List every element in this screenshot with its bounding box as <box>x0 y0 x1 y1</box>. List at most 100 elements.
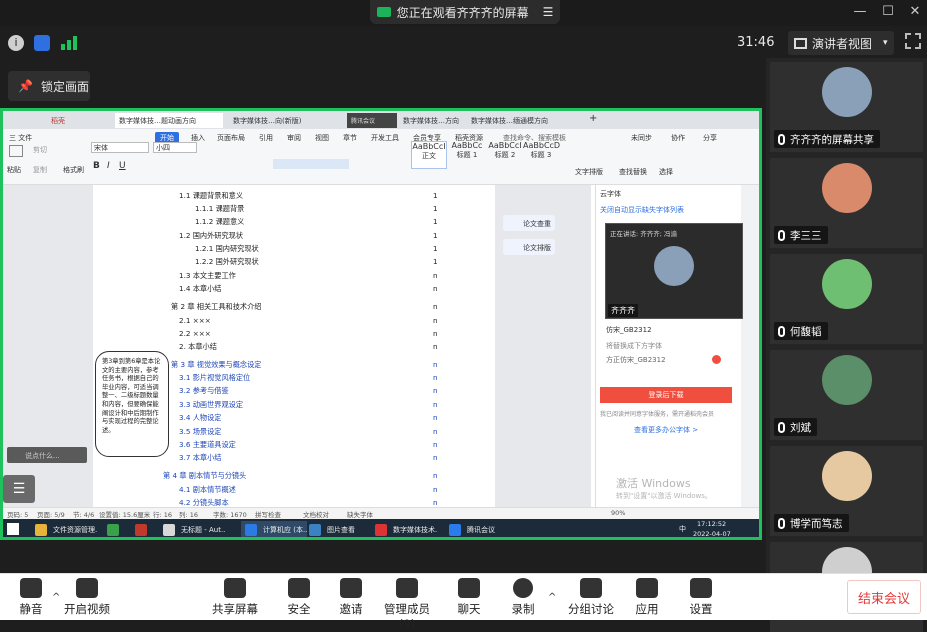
toc-entry[interactable]: 1.1.1 课题背景 1 <box>195 204 519 214</box>
toc-entry[interactable]: 1.2.2 国外研究现状 1 <box>195 257 519 267</box>
ime-indicator[interactable]: 中 <box>679 524 686 534</box>
font-name-select[interactable]: 宋体 <box>91 142 149 153</box>
find-replace-button[interactable]: 查找替换 <box>619 167 647 177</box>
style-normal[interactable]: AaBbCcI 正文 <box>411 141 447 169</box>
toolbar-settings-button[interactable]: 设置 <box>670 578 732 617</box>
toc-entry[interactable]: 1.1 课题背景和意义 1 <box>179 191 519 201</box>
taskbar-item[interactable]: 图片查看 <box>305 521 371 537</box>
font-size-select[interactable]: 小四 <box>153 142 197 153</box>
align-toolbar[interactable] <box>273 159 349 169</box>
collab-button[interactable]: 协作 <box>671 133 685 143</box>
taskbar-item[interactable]: 计算机应 (本... <box>241 521 307 537</box>
bold-button[interactable]: B <box>93 161 100 171</box>
chevron-up-icon[interactable]: ^ <box>52 592 60 603</box>
cut-button[interactable]: 剪切 <box>33 145 47 155</box>
chat-input[interactable]: 说点什么... <box>7 447 87 463</box>
toolbar-group-button[interactable]: 分组讨论 <box>560 578 622 617</box>
participant-tile[interactable]: 齐齐齐的屏幕共享 <box>770 62 923 152</box>
paste-icon[interactable] <box>9 145 23 157</box>
toolbar-record-button[interactable]: 录制 <box>492 578 554 617</box>
participant-tile[interactable]: 李三三 <box>770 158 923 248</box>
participant-tile[interactable]: 刘斌 <box>770 350 923 440</box>
spell-check-button[interactable]: 拼写检查 <box>255 509 281 519</box>
taskbar-item[interactable]: 腾讯会议 <box>445 521 511 537</box>
toc-entry[interactable]: 2.2 ××× n <box>179 329 519 338</box>
zoom-level[interactable]: 90% <box>611 509 625 517</box>
toolbar-share-button[interactable]: 共享屏幕 <box>204 578 266 617</box>
agreement-text[interactable]: 我已阅读并同意字体服务，需开通稻壳会员 <box>600 409 714 418</box>
toc-entry[interactable]: 3.1 影片视觉风格定位 n <box>179 373 519 383</box>
toc-entry[interactable]: 第 2 章 相关工具和技术介绍 n <box>171 302 519 312</box>
taskbar-item[interactable]: 无标题 - Aut... <box>159 521 225 537</box>
shield-icon[interactable] <box>34 35 50 51</box>
toc-entry[interactable]: 2.1 ××× n <box>179 316 519 325</box>
italic-button[interactable]: I <box>107 161 110 171</box>
end-meeting-button[interactable]: 结束会议 <box>847 580 921 614</box>
taskbar-item[interactable] <box>131 521 157 537</box>
toolbar-members-button[interactable]: 管理成员(9) <box>376 578 438 631</box>
more-fonts-link[interactable]: 查看更多办公字体 > <box>634 425 698 435</box>
format-painter[interactable]: 格式刷 <box>63 165 84 175</box>
participant-tile[interactable]: 何馥韬 <box>770 254 923 344</box>
comment-bubble[interactable]: 第3章到第6章是本论文的主要内容，参考任务书，根据自己的毕业内容，可适当调整一、… <box>95 351 169 457</box>
maximize-button[interactable]: ☐ <box>878 4 898 19</box>
ribbon-tab-view[interactable]: 视图 <box>315 133 329 143</box>
ribbon-tab-chapter[interactable]: 章节 <box>343 133 357 143</box>
toc-entry[interactable]: 1.3 本文主要工作 n <box>179 271 519 281</box>
fullscreen-icon[interactable] <box>905 33 921 49</box>
tab-doc-4[interactable]: 数字媒体技…缅通模方向 <box>467 113 579 128</box>
toc-entry[interactable]: 3.6 主要道具设定 n <box>179 440 519 450</box>
toc-entry[interactable]: 4.1 剧本情节概述 n <box>179 485 519 495</box>
copy-button[interactable]: 复制 <box>33 165 47 175</box>
toc-entry[interactable]: 1.2.1 国内研究现状 1 <box>195 244 519 254</box>
close-button[interactable]: ✕ <box>905 4 925 19</box>
clock-date[interactable]: 2022-04-07 <box>693 530 731 537</box>
toc-entry[interactable]: 第 3 章 视觉效果与概念设定 n <box>171 360 519 370</box>
ribbon-tab-reference[interactable]: 引用 <box>259 133 273 143</box>
proofread-button[interactable]: 文档校对 <box>303 509 329 519</box>
ribbon-tab-devtools[interactable]: 开发工具 <box>371 133 399 143</box>
taskbar-item[interactable]: 数字媒体技术... <box>371 521 437 537</box>
toc-entry[interactable]: 3.2 参考与借鉴 n <box>179 386 519 396</box>
view-mode-button[interactable]: 演讲者视图 ▾ <box>788 31 894 55</box>
taskbar-item[interactable] <box>103 521 129 537</box>
style-heading-2[interactable]: AaBbCcI 标题 2 <box>487 141 523 169</box>
toc-entry[interactable]: 3.7 本章小结 n <box>179 453 519 463</box>
menu-icon[interactable]: ☰ <box>543 5 554 19</box>
chevron-up-icon[interactable]: ^ <box>548 592 556 603</box>
toolbar-video-off-button[interactable]: 开启视频 <box>56 578 118 617</box>
tab-doc-1[interactable]: 数字媒体技…题动画方向 <box>115 113 223 128</box>
toc-entry[interactable]: 3.3 动画世界观设定 n <box>179 400 519 410</box>
ribbon-tab-layout[interactable]: 页面布局 <box>217 133 245 143</box>
floating-video-window[interactable]: 正在讲话: 齐齐齐; 冯渝 齐齐齐 <box>605 223 743 319</box>
tab-doc-2[interactable]: 数字媒体技…向(新版) <box>229 113 339 128</box>
clock-time[interactable]: 17:12:52 <box>697 520 726 528</box>
toc-entry[interactable]: 3.5 场景设定 n <box>179 427 519 437</box>
windows-start-icon[interactable] <box>7 523 19 535</box>
right-tool-strip[interactable] <box>741 185 759 507</box>
toolbar-chat-button[interactable]: 聊天 <box>438 578 500 617</box>
sync-status[interactable]: 未同步 <box>631 133 652 143</box>
participant-tile[interactable]: 博学而笃志 <box>770 446 923 536</box>
list-icon[interactable]: ☰ <box>3 475 35 503</box>
minimize-button[interactable]: — <box>850 4 870 19</box>
paste-label[interactable]: 粘贴 <box>7 165 21 175</box>
text-layout-button[interactable]: 文字排版 <box>575 167 603 177</box>
new-tab-icon[interactable]: + <box>585 113 601 128</box>
panel-notice-link[interactable]: 关闭自动显示缺失字体列表 <box>600 205 684 215</box>
lock-screen-button[interactable]: 📌 锁定画面 <box>8 71 90 101</box>
share-doc-button[interactable]: 分享 <box>703 133 717 143</box>
toc-entry[interactable]: 3.4 人物设定 n <box>179 413 519 423</box>
toolbar-apps-button[interactable]: 应用 <box>616 578 678 617</box>
menu-file[interactable]: 三 文件 <box>9 133 32 143</box>
ribbon-tab-review[interactable]: 审阅 <box>287 133 301 143</box>
toc-entry[interactable]: 1.2 国内外研究现状 1 <box>179 231 519 241</box>
style-heading-1[interactable]: AaBbCc 标题 1 <box>449 141 485 169</box>
toc-entry[interactable]: 1.4 本章小结 n <box>179 284 519 294</box>
select-button[interactable]: 选择 <box>659 167 673 177</box>
tab-docer[interactable]: 稻壳 <box>47 113 103 128</box>
toc-entry[interactable]: 1.1.2 课题意义 1 <box>195 217 519 227</box>
screen-share-banner[interactable]: 您正在观看齐齐齐的屏幕 ☰ <box>370 0 560 24</box>
signal-icon[interactable] <box>61 36 77 50</box>
underline-button[interactable]: U <box>119 161 126 171</box>
